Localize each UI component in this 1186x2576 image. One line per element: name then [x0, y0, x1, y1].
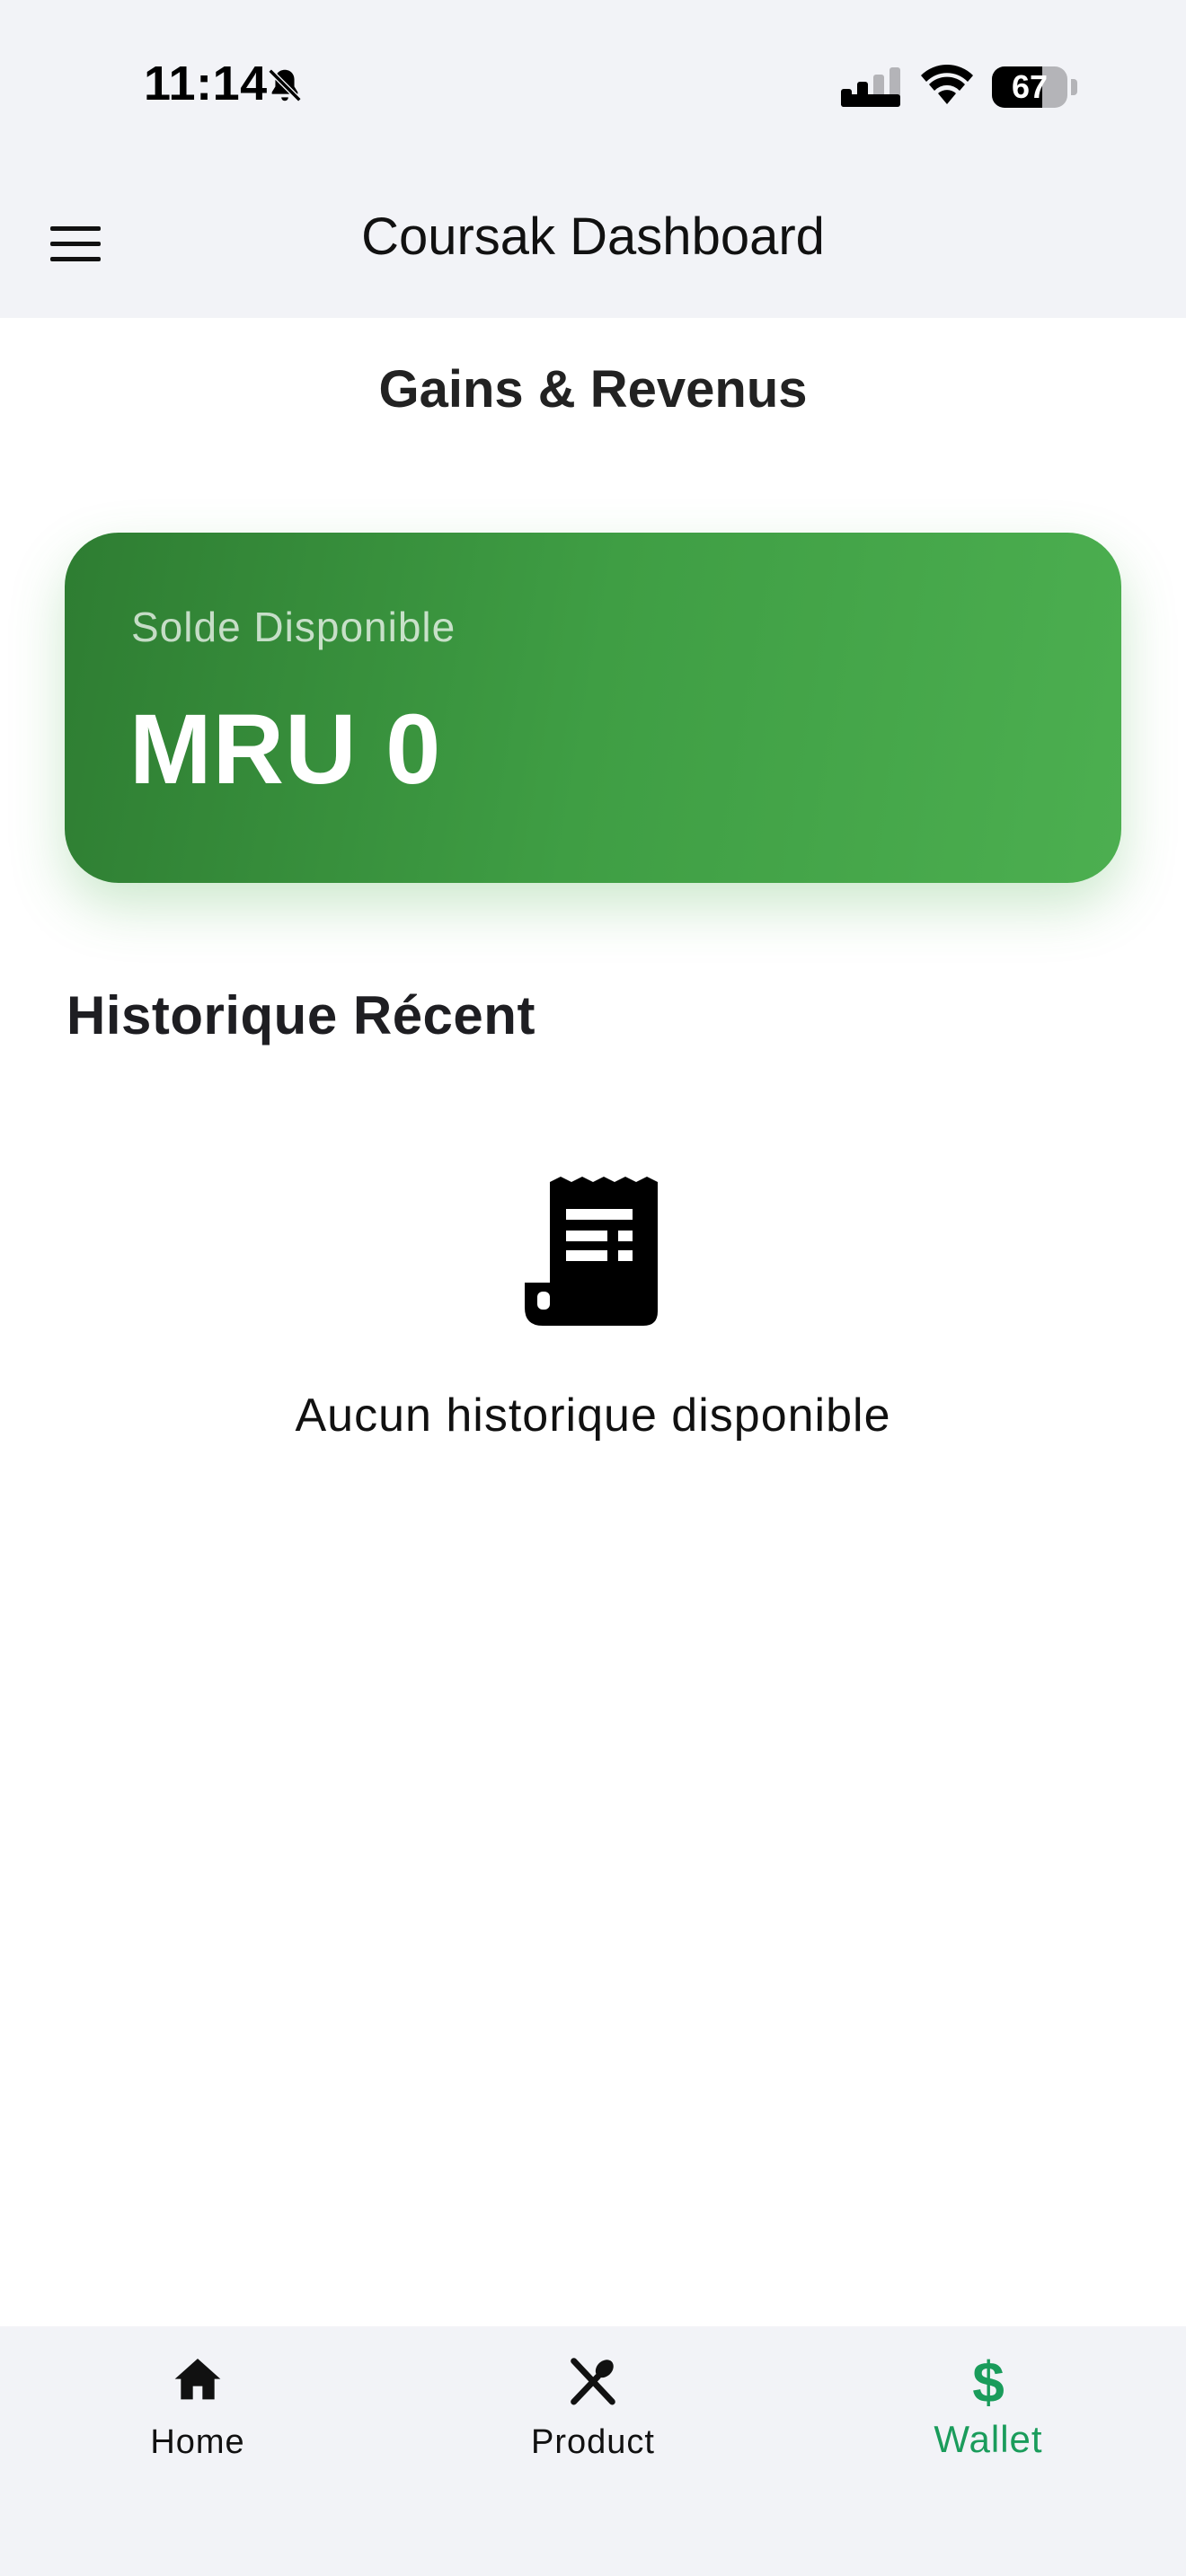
balance-amount: MRU 0: [129, 694, 442, 805]
battery-icon: 67: [992, 66, 1067, 108]
status-bar: 11:14 67: [0, 0, 1186, 171]
receipt-icon: [525, 1177, 658, 1326]
nav-item-product[interactable]: Product: [395, 2326, 791, 2488]
status-time: 11:14: [144, 57, 268, 110]
bell-slash-icon: [268, 68, 302, 102]
nav-item-home[interactable]: Home: [0, 2326, 395, 2488]
dollar-icon: $: [972, 2351, 1005, 2409]
app-title: Coursak Dashboard: [361, 207, 825, 266]
nav-label-wallet: Wallet: [934, 2418, 1043, 2460]
nav-label-product: Product: [531, 2423, 655, 2461]
nav-label-home: Home: [150, 2423, 245, 2461]
battery-label: 67: [1011, 68, 1049, 105]
balance-label: Solde Disponible: [131, 604, 456, 650]
bottom-nav: Home Product $ Wallet: [0, 2326, 1186, 2576]
svg-text:$: $: [972, 2351, 1005, 2409]
signal-icon: [841, 67, 900, 107]
nav-item-wallet[interactable]: $ Wallet: [791, 2326, 1186, 2488]
fork-spoon-icon: [571, 2358, 615, 2405]
home-icon: [174, 2359, 221, 2400]
page-title: Gains & Revenus: [378, 360, 808, 419]
history-title: Historique Récent: [66, 985, 535, 1045]
app-bar: Coursak Dashboard: [0, 171, 1186, 318]
wifi-icon: [921, 65, 973, 104]
battery-tip: [1071, 79, 1077, 95]
balance-card: Solde Disponible MRU 0: [65, 533, 1121, 883]
empty-history-text: Aucun historique disponible: [295, 1389, 891, 1442]
